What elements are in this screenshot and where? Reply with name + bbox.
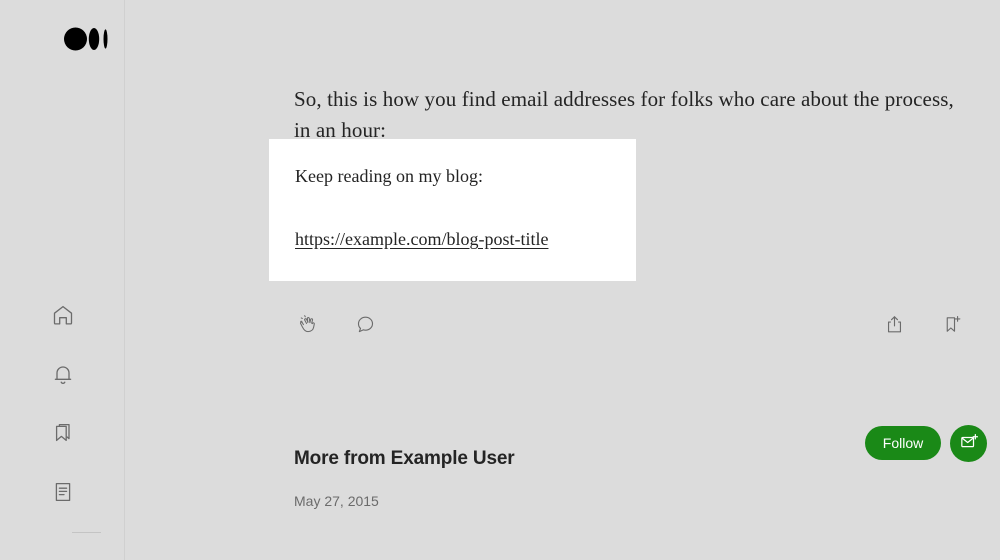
more-from-heading: More from Example User xyxy=(294,447,515,469)
sidebar-item-home[interactable] xyxy=(0,285,125,344)
bookmark-plus-icon xyxy=(942,314,963,338)
clap-button[interactable] xyxy=(293,310,323,342)
envelope-plus-icon xyxy=(959,432,979,455)
document-lines-icon xyxy=(51,480,75,504)
comment-button[interactable] xyxy=(350,310,380,342)
bell-icon xyxy=(51,362,75,386)
clap-icon xyxy=(298,314,319,338)
share-upload-icon xyxy=(884,314,905,338)
share-button[interactable] xyxy=(879,310,909,342)
follow-button[interactable]: Follow xyxy=(865,426,941,460)
left-sidebar xyxy=(0,0,125,560)
embed-card: Keep reading on my blog: https://example… xyxy=(269,139,636,281)
sidebar-divider xyxy=(72,532,101,533)
article-actions-left xyxy=(293,310,380,342)
save-button[interactable] xyxy=(937,310,967,342)
embed-card-link[interactable]: https://example.com/blog-post-title xyxy=(295,229,548,250)
sidebar-item-bookmarks[interactable] xyxy=(0,403,125,462)
embed-card-text: Keep reading on my blog: xyxy=(295,166,483,186)
home-icon xyxy=(51,303,75,327)
sidebar-item-stories[interactable] xyxy=(0,462,125,521)
medium-logo[interactable] xyxy=(64,27,110,51)
sidebar-nav xyxy=(0,285,125,521)
comment-bubble-icon xyxy=(355,314,376,338)
article-actions-right xyxy=(879,310,967,342)
sidebar-item-notifications[interactable] xyxy=(0,344,125,403)
medium-article-page: So, this is how you find email addresses… xyxy=(0,0,1000,560)
article-main: So, this is how you find email addresses… xyxy=(125,0,1000,560)
post-date: May 27, 2015 xyxy=(294,493,379,509)
subscribe-button[interactable] xyxy=(950,425,987,462)
bookmark-stack-icon xyxy=(51,421,75,445)
article-paragraph: So, this is how you find email addresses… xyxy=(294,87,954,142)
